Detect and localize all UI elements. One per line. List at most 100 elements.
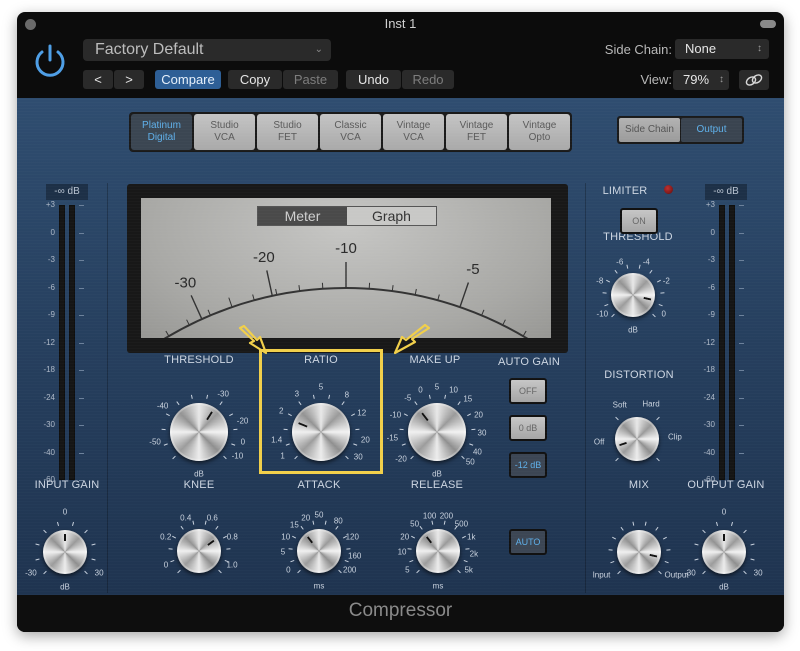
auto-gain-0db-button[interactable]: 0 dB — [509, 415, 547, 441]
view-zoom-select[interactable]: 79% ↕ — [673, 70, 729, 90]
redo-button[interactable]: Redo — [402, 70, 454, 89]
model-line2: FET — [278, 132, 297, 143]
knob-scale-label: 0 — [62, 507, 68, 517]
output-gain-knob[interactable] — [702, 530, 746, 574]
knob-tick — [702, 529, 706, 534]
knob-tick — [84, 570, 88, 575]
knob-scale-label: 160 — [348, 551, 362, 560]
knob-tick — [35, 558, 40, 561]
knob-tick — [608, 549, 613, 551]
meter-tick — [79, 425, 84, 426]
meter-tick — [79, 315, 84, 316]
meter-tick — [79, 342, 84, 344]
knob-scale-label: 0.2 — [160, 532, 172, 542]
side-chain-toggle-button[interactable]: Side Chain — [619, 118, 680, 142]
knob-tick — [35, 543, 40, 546]
knob-tick — [457, 401, 461, 406]
knob-tick — [411, 535, 416, 539]
knee-knob[interactable] — [177, 529, 221, 573]
side-chain-select[interactable]: None ↕ — [675, 39, 769, 59]
vu-tick — [207, 309, 211, 316]
knob-pointer — [723, 533, 725, 541]
knob-scale-label: 80 — [333, 516, 343, 526]
knob-tick — [602, 292, 607, 294]
model-line1: Vintage — [396, 120, 431, 131]
meter-tick — [739, 205, 744, 206]
preset-menu[interactable]: Factory Default ⌄ — [83, 39, 331, 61]
auto-gain-off-button[interactable]: OFF — [509, 378, 547, 404]
input-meter-bars — [59, 205, 79, 480]
knob-tick — [469, 443, 474, 446]
threshold-knob[interactable] — [170, 403, 228, 461]
vu-tick — [481, 309, 485, 316]
limiter-led — [664, 185, 673, 194]
model-button-vintage-fet[interactable]: Vintage FET — [446, 114, 507, 150]
view-label: View: — [640, 72, 672, 87]
knob-tick — [644, 521, 647, 526]
knob-scale-label: -30 — [684, 568, 696, 578]
meter-tick — [739, 260, 744, 261]
knob-scale-label: 50 — [410, 519, 420, 529]
auto-release-button[interactable]: AUTO — [509, 529, 547, 555]
input-gain-knob[interactable] — [43, 530, 87, 574]
makeup-knob[interactable] — [408, 403, 466, 461]
attack-knob[interactable] — [297, 529, 341, 573]
knob-tick — [443, 520, 446, 525]
model-button-classic-vca[interactable]: Classic VCA — [320, 114, 381, 150]
attack-label: ATTACK — [297, 479, 341, 491]
vu-tick — [437, 294, 440, 301]
knob-scale-label: -8 — [596, 276, 604, 286]
vu-tick — [522, 330, 527, 337]
knob-tick — [655, 526, 659, 531]
model-button-platinum-digital[interactable]: Platinum Digital — [131, 114, 192, 150]
output-toggle-button[interactable]: Output — [681, 118, 742, 142]
knob-scale-label: Hard — [642, 399, 660, 409]
compare-button[interactable]: Compare — [155, 70, 221, 89]
knob-tick — [649, 269, 653, 274]
meter-tick — [79, 205, 84, 206]
knob-scale-label: -2 — [662, 276, 670, 286]
vu-scale: -50-30-20-10-50 — [163, 240, 529, 338]
knob-tick — [731, 521, 734, 527]
model-button-vintage-opto[interactable]: Vintage Opto — [509, 114, 570, 150]
knob-scale-label: -20 — [395, 454, 407, 464]
model-button-studio-fet[interactable]: Studio FET — [257, 114, 318, 150]
knob-pointer — [619, 438, 637, 446]
release-knob[interactable] — [416, 529, 460, 573]
power-icon[interactable] — [32, 43, 68, 79]
knob-tick — [743, 570, 747, 575]
meter-scale-label: -24 — [703, 392, 715, 402]
ratio-knob[interactable] — [292, 403, 350, 461]
knob-scale-label: 0 — [286, 565, 291, 575]
meter-scale-label: -40 — [43, 447, 55, 457]
knob-scale-label: -10 — [231, 451, 244, 460]
link-button[interactable] — [739, 70, 769, 90]
distortion-knob[interactable] — [615, 417, 659, 461]
undo-button[interactable]: Undo — [346, 70, 401, 89]
plugin-window: Inst 1 Factory Default ⌄ < > Compare Cop… — [17, 12, 784, 632]
mix-knob[interactable] — [617, 530, 661, 574]
auto-gain-minus12-button[interactable]: -12 dB — [509, 452, 547, 478]
updown-chevron-icon: ↕ — [719, 74, 724, 85]
knob-scale-label: -15 — [386, 433, 399, 443]
next-preset-button[interactable]: > — [114, 70, 144, 89]
knob-scale-label: 1.4 — [271, 435, 283, 445]
knob-scale-label: Clip — [668, 432, 682, 442]
knob-tick — [702, 570, 706, 575]
knob-tick — [410, 455, 414, 460]
meter-tick — [79, 287, 84, 289]
copy-button[interactable]: Copy — [228, 70, 282, 89]
knob-tick — [218, 569, 222, 574]
paste-button[interactable]: Paste — [283, 70, 338, 89]
prev-preset-button[interactable]: < — [83, 70, 113, 89]
knob-pointer — [198, 539, 214, 551]
model-button-studio-vca[interactable]: Studio VCA — [194, 114, 255, 150]
output-toggle: Side Chain Output — [617, 116, 744, 144]
model-button-vintage-vca[interactable]: Vintage VCA — [383, 114, 444, 150]
knob-scale-label: 50 — [314, 510, 324, 520]
knob-tick — [610, 560, 615, 564]
meter-scale-label: -12 — [703, 337, 715, 347]
knob-scale-label: 0 — [418, 385, 423, 395]
limiter-threshold-knob[interactable] — [611, 273, 655, 317]
limiter-on-button[interactable]: ON — [620, 208, 658, 234]
